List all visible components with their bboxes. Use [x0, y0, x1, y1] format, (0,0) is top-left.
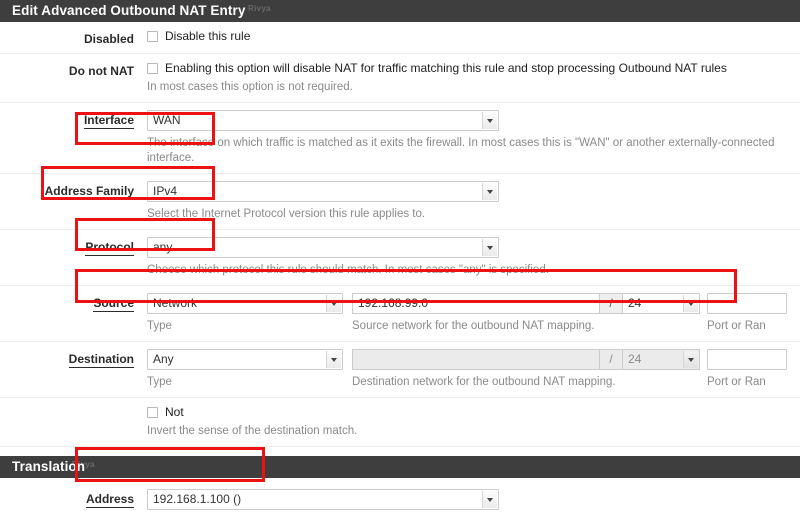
interface-select-value: WAN	[153, 113, 181, 127]
protocol-select[interactable]: any	[147, 237, 499, 258]
label-source: Source	[93, 296, 134, 312]
source-port-help: Port or Ran	[707, 320, 766, 332]
panel-header-main: Edit Advanced Outbound NAT Entry Rivya	[0, 0, 800, 22]
disable-rule-label: Disable this rule	[165, 29, 251, 43]
source-type-value: Network	[153, 296, 198, 310]
do-not-nat-checkbox-row[interactable]: Enabling this option will disable NAT fo…	[147, 61, 800, 75]
chevron-down-icon	[326, 295, 341, 312]
chevron-down-icon	[683, 295, 698, 312]
destination-network-input[interactable]	[352, 349, 600, 370]
label-not-empty	[0, 405, 147, 439]
do-not-nat-label: Enabling this option will disable NAT fo…	[165, 61, 727, 75]
translation-address-value: 192.168.1.100 ()	[153, 492, 242, 506]
watermark-header: Rivya	[248, 4, 271, 13]
chevron-down-icon	[482, 239, 497, 256]
not-help: Invert the sense of the destination matc…	[147, 425, 358, 437]
label-do-not-nat: Do not NAT	[68, 64, 134, 78]
chevron-down-icon	[482, 183, 497, 200]
do-not-nat-help: In most cases this option is not require…	[147, 81, 353, 93]
destination-mask-select[interactable]: 24	[622, 349, 700, 370]
translation-address-select[interactable]: 192.168.1.100 ()	[147, 489, 499, 510]
chevron-down-icon	[482, 491, 497, 508]
source-slash-separator: /	[600, 293, 622, 314]
row-source: Source Network Type 192.168.99.0 / 24 So…	[0, 286, 800, 342]
label-destination: Destination	[68, 352, 134, 368]
disable-rule-checkbox-row[interactable]: Disable this rule	[147, 29, 800, 43]
destination-port-input[interactable]	[707, 349, 787, 370]
destination-mask-value: 24	[628, 352, 642, 366]
source-network-input[interactable]: 192.168.99.0	[352, 293, 600, 314]
label-protocol: Protocol	[85, 240, 134, 256]
address-family-select[interactable]: IPv4	[147, 181, 499, 202]
source-mask-select[interactable]: 24	[622, 293, 700, 314]
destination-network-group: / 24	[352, 349, 707, 370]
chevron-down-icon	[683, 351, 698, 368]
source-network-group: 192.168.99.0 / 24	[352, 293, 707, 314]
destination-slash-separator: /	[600, 349, 622, 370]
nat-edit-page: Edit Advanced Outbound NAT Entry Rivya D…	[0, 0, 800, 514]
row-address: Address 192.168.1.100 () Connections mat…	[0, 478, 800, 514]
label-interface: Interface	[83, 113, 134, 129]
source-mask-value: 24	[628, 296, 642, 310]
not-checkbox[interactable]	[147, 406, 158, 418]
protocol-select-value: any	[153, 240, 173, 254]
disable-rule-checkbox[interactable]	[147, 30, 158, 42]
label-address-family: Address Family	[44, 184, 134, 200]
panel-header-translation: Translation Rivya	[0, 456, 800, 478]
protocol-help: Choose which protocol this rule should m…	[147, 264, 549, 276]
row-do-not-nat: Do not NAT Enabling this option will dis…	[0, 54, 800, 103]
interface-select[interactable]: WAN	[147, 110, 499, 131]
row-destination: Destination Any Type / 24 Destination ne…	[0, 342, 800, 398]
do-not-nat-checkbox[interactable]	[147, 62, 158, 74]
address-family-select-value: IPv4	[153, 184, 178, 198]
page-title: Edit Advanced Outbound NAT Entry	[12, 3, 246, 18]
panel-gap	[0, 447, 800, 456]
row-protocol: Protocol any Choose which protocol this …	[0, 230, 800, 286]
address-family-help: Select the Internet Protocol version thi…	[147, 208, 426, 220]
row-not: Not Invert the sense of the destination …	[0, 398, 800, 447]
destination-network-help: Destination network for the outbound NAT…	[352, 376, 616, 388]
chevron-down-icon	[482, 112, 497, 129]
not-label: Not	[165, 405, 184, 419]
interface-help: The interface on which traffic is matche…	[147, 137, 775, 164]
destination-type-select[interactable]: Any	[147, 349, 343, 370]
destination-type-help: Type	[147, 376, 172, 388]
source-type-select[interactable]: Network	[147, 293, 343, 314]
source-type-help: Type	[147, 320, 172, 332]
source-port-input[interactable]	[707, 293, 787, 314]
row-address-family: Address Family IPv4 Select the Internet …	[0, 174, 800, 230]
row-interface: Interface WAN The interface on which tra…	[0, 103, 800, 174]
not-checkbox-row[interactable]: Not	[147, 405, 800, 419]
row-disabled: Disabled Disable this rule	[0, 22, 800, 54]
watermark-translation: Rivya	[72, 460, 95, 469]
destination-type-value: Any	[153, 352, 174, 366]
source-network-help: Source network for the outbound NAT mapp…	[352, 320, 595, 332]
label-address: Address	[85, 492, 134, 508]
destination-port-help: Port or Ran	[707, 376, 766, 388]
label-disabled: Disabled	[83, 32, 134, 46]
chevron-down-icon	[326, 351, 341, 368]
